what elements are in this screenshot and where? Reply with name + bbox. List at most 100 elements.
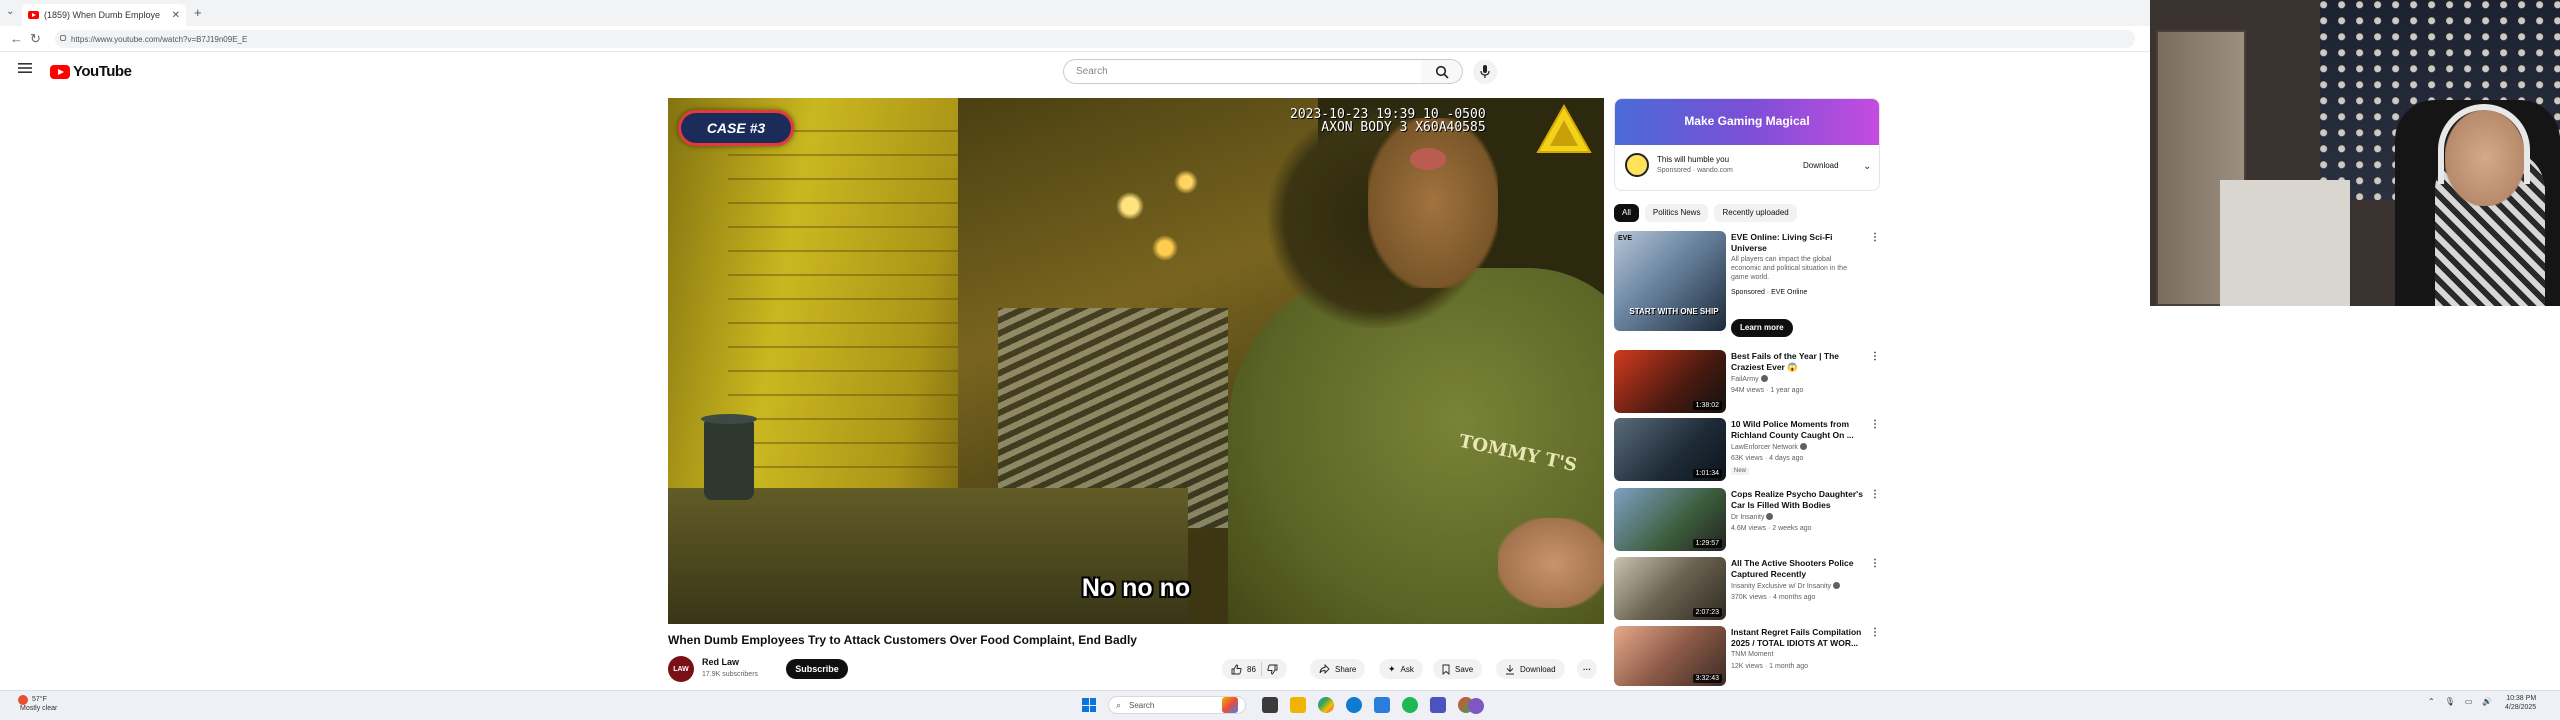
- download-button[interactable]: Download: [1496, 659, 1565, 679]
- file-explorer-icon[interactable]: [1290, 697, 1306, 713]
- chip-recently-uploaded[interactable]: Recently uploaded: [1714, 204, 1797, 222]
- close-tab-icon[interactable]: ✕: [172, 10, 180, 21]
- rec-thumbnail[interactable]: 1:38:02: [1614, 350, 1726, 413]
- youtube-logo[interactable]: YouTube: [50, 63, 132, 80]
- ask-label: Ask: [1400, 664, 1414, 674]
- weather-widget[interactable]: 57°F Mostly clear: [18, 695, 58, 713]
- bookmark-icon: [1442, 664, 1450, 675]
- rec-channel: TNM Moment: [1731, 651, 1773, 658]
- share-button[interactable]: Share: [1310, 659, 1366, 679]
- download-icon: [1506, 664, 1514, 674]
- rec-meta: 12K views · 1 month ago: [1731, 663, 1809, 670]
- tab-search-chevron-icon[interactable]: ⌄: [6, 6, 14, 17]
- browser-tab[interactable]: (1859) When Dumb Employe ✕: [22, 4, 186, 26]
- clock-date: 4/28/2025: [2505, 704, 2537, 711]
- rec-menu-icon[interactable]: ⋮: [1870, 232, 1880, 243]
- browser-tab-strip: ⌄ (1859) When Dumb Employe ✕ +: [0, 0, 2150, 26]
- chevron-down-icon[interactable]: ⌄: [1863, 161, 1871, 172]
- rec-menu-icon[interactable]: ⋮: [1870, 419, 1880, 430]
- site-info-icon[interactable]: [60, 35, 66, 41]
- rec-item[interactable]: 3:32:43 Instant Regret Fails Compilation…: [1614, 626, 1880, 686]
- video-caption: No no no: [1081, 574, 1191, 602]
- search-button[interactable]: [1421, 59, 1463, 84]
- taskbar-app-icon[interactable]: [1222, 697, 1238, 713]
- spotify-icon[interactable]: [1402, 697, 1418, 713]
- rec-thumbnail[interactable]: 1:29:57: [1614, 488, 1726, 551]
- rec-title[interactable]: Instant Regret Fails Compilation 2025 / …: [1731, 627, 1866, 649]
- windows-start-icon[interactable]: [1082, 698, 1096, 712]
- thumbs-up-icon[interactable]: [1231, 664, 1242, 675]
- weather-desc: Mostly clear: [20, 705, 58, 712]
- new-tab-icon[interactable]: +: [194, 5, 202, 20]
- save-button[interactable]: Save: [1433, 659, 1483, 679]
- microphone-icon: [1480, 65, 1490, 78]
- mic-tray-icon[interactable]: 🎙: [2445, 697, 2455, 706]
- rec-item[interactable]: 1:01:34 10 Wild Police Moments from Rich…: [1614, 418, 1880, 484]
- rec-title[interactable]: Cops Realize Psycho Daughter's Car Is Fi…: [1731, 489, 1866, 511]
- rec-meta: 94M views · 1 year ago: [1731, 387, 1804, 394]
- rec-meta: 63K views · 4 days ago: [1731, 455, 1804, 462]
- url-text: https://www.youtube.com/watch?v=B7J19n09…: [71, 35, 248, 44]
- sponsored-rec[interactable]: EVE START WITH ONE SHIP EVE Online: Livi…: [1614, 231, 1880, 341]
- rec-thumbnail[interactable]: 2:07:23: [1614, 557, 1726, 620]
- ad-brand-icon: [1625, 153, 1649, 177]
- rec-channel-name: TNM Moment: [1731, 651, 1774, 658]
- rec-menu-icon[interactable]: ⋮: [1870, 489, 1880, 500]
- rec-menu-icon[interactable]: ⋮: [1870, 558, 1880, 569]
- system-tray[interactable]: ⌃ 🎙 ▭ 🔊: [2428, 697, 2492, 706]
- rec-channel-name: Insanity Exclusive w/ Dr Insanity: [1731, 583, 1831, 590]
- rec-meta: 4.6M views · 2 weeks ago: [1731, 525, 1812, 532]
- reload-icon[interactable]: ↻: [30, 31, 41, 47]
- more-actions-button[interactable]: ···: [1577, 659, 1597, 679]
- like-dislike-group: 86: [1222, 659, 1287, 679]
- rec-thumbnail[interactable]: 3:32:43: [1614, 626, 1726, 686]
- rec-thumbnail[interactable]: EVE START WITH ONE SHIP: [1614, 231, 1726, 331]
- axon-logo-icon: [1536, 104, 1592, 153]
- weather-icon: [18, 695, 28, 705]
- share-label: Share: [1335, 664, 1357, 674]
- rec-title[interactable]: All The Active Shooters Police Captured …: [1731, 558, 1866, 580]
- subscribe-button[interactable]: Subscribe: [786, 659, 848, 679]
- search-input[interactable]: Search: [1063, 59, 1422, 84]
- url-field[interactable]: https://www.youtube.com/watch?v=B7J19n09…: [55, 30, 2135, 48]
- back-icon[interactable]: ←: [10, 31, 23, 46]
- rec-thumbnail[interactable]: 1:01:34: [1614, 418, 1726, 481]
- rec-title[interactable]: Best Fails of the Year | The Craziest Ev…: [1731, 351, 1866, 373]
- rec-item[interactable]: 1:38:02 Best Fails of the Year | The Cra…: [1614, 350, 1880, 416]
- taskview-icon[interactable]: [1262, 697, 1278, 713]
- rec-duration: 2:07:23: [1692, 608, 1722, 617]
- clock[interactable]: 10:38 PM 4/28/2025: [2505, 694, 2536, 712]
- save-label: Save: [1455, 664, 1474, 674]
- webcam-bed: [2220, 180, 2350, 306]
- learn-more-button[interactable]: Learn more: [1731, 319, 1793, 337]
- hamburger-menu-icon[interactable]: [18, 63, 32, 73]
- channel-name[interactable]: Red Law: [702, 657, 739, 667]
- rec-item[interactable]: 2:07:23 All The Active Shooters Police C…: [1614, 557, 1880, 623]
- tray-chevron-icon[interactable]: ⌃: [2428, 697, 2435, 706]
- channel-avatar[interactable]: LAW: [668, 656, 694, 682]
- rec-title[interactable]: EVE Online: Living Sci-Fi Universe: [1731, 232, 1866, 254]
- address-bar-row: ← ↻ https://www.youtube.com/watch?v=B7J1…: [0, 26, 2150, 52]
- chrome-icon[interactable]: [1318, 697, 1334, 713]
- voice-search-button[interactable]: [1473, 60, 1497, 84]
- volume-icon[interactable]: 🔊: [2482, 697, 2492, 706]
- rec-title[interactable]: 10 Wild Police Moments from Richland Cou…: [1731, 419, 1866, 441]
- sidebar-ad[interactable]: Make Gaming Magical This will humble you…: [1614, 98, 1880, 191]
- ask-button[interactable]: ✦ Ask: [1379, 659, 1423, 679]
- edge-icon[interactable]: [1346, 697, 1362, 713]
- chip-all[interactable]: All: [1614, 204, 1639, 222]
- rec-menu-icon[interactable]: ⋮: [1870, 627, 1880, 638]
- store-icon[interactable]: [1374, 697, 1390, 713]
- discord-icon[interactable]: [1468, 698, 1484, 714]
- display-tray-icon[interactable]: ▭: [2465, 697, 2473, 706]
- rec-meta: 370K views · 4 months ago: [1731, 594, 1816, 601]
- video-player[interactable]: TOMMY T'S CASE #3 2023-10-23 19:39 10 -0…: [668, 98, 1604, 624]
- youtube-logo-text: YouTube: [73, 63, 132, 80]
- rec-item[interactable]: 1:29:57 Cops Realize Psycho Daughter's C…: [1614, 488, 1880, 554]
- rec-menu-icon[interactable]: ⋮: [1870, 351, 1880, 362]
- teams-icon[interactable]: [1430, 697, 1446, 713]
- chip-politics-news[interactable]: Politics News: [1644, 204, 1709, 222]
- thumbs-down-icon[interactable]: [1267, 664, 1278, 675]
- new-badge: New: [1731, 467, 1750, 475]
- ad-download-button[interactable]: Download: [1793, 156, 1849, 176]
